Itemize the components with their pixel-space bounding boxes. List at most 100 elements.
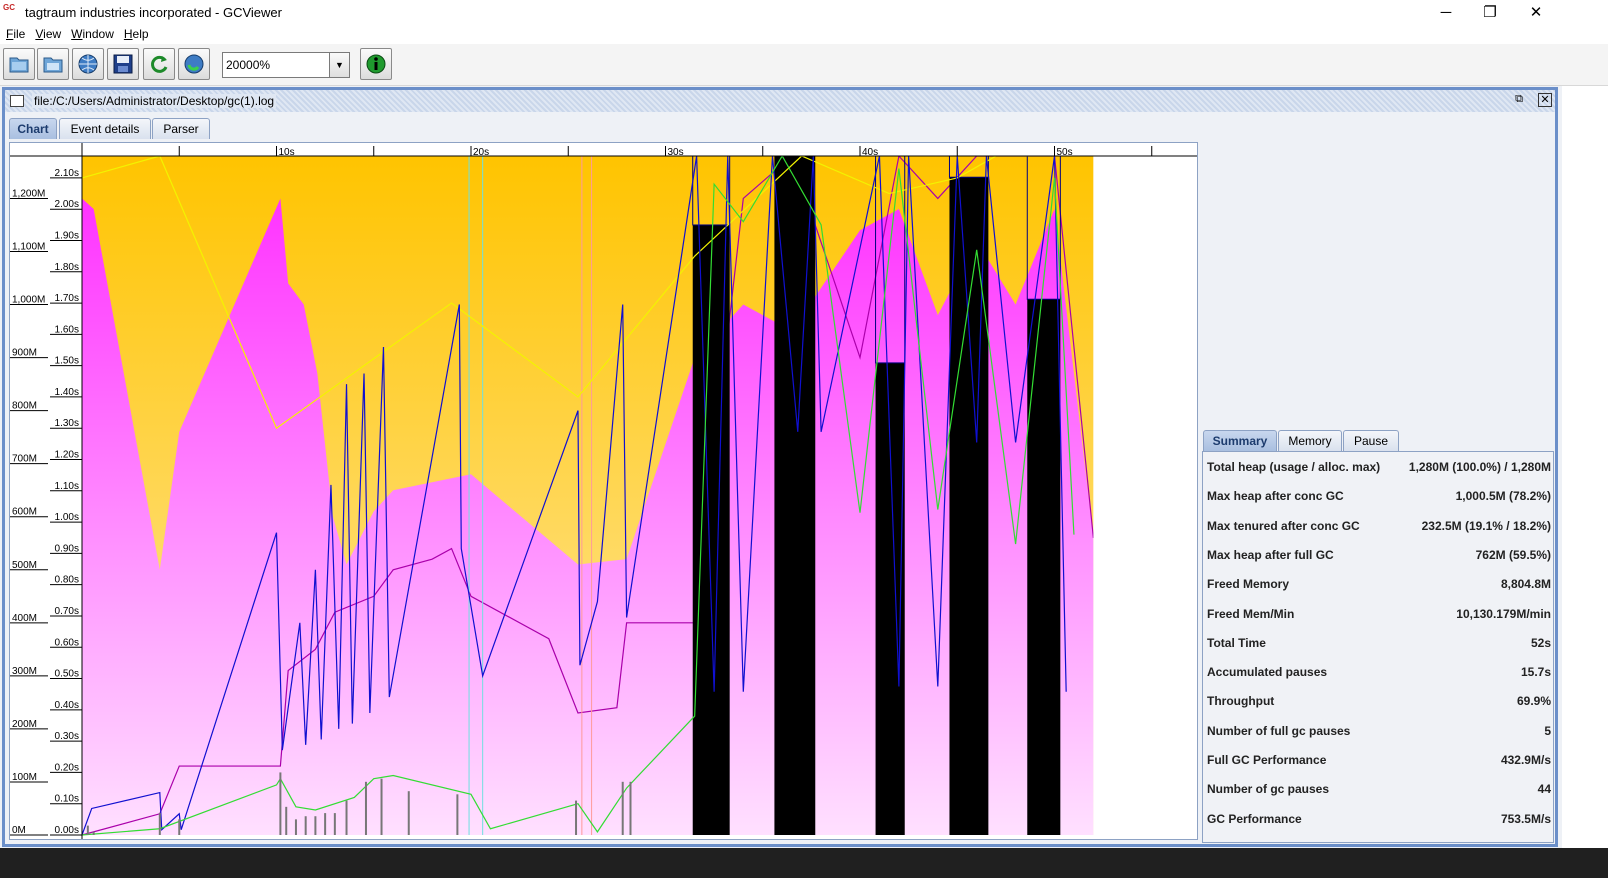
- menu-window-rest: indow: [82, 27, 114, 41]
- menu-help-mnemonic: H: [123, 27, 133, 41]
- zoom-value: 20000%: [226, 58, 271, 72]
- summary-value: 432.9M/s: [1500, 753, 1551, 767]
- menu-help-rest: elp: [132, 27, 149, 41]
- pause-tick-label: 0.90s: [55, 543, 79, 554]
- open-url-icon: [78, 54, 98, 74]
- tab-pause[interactable]: Pause: [1343, 430, 1399, 451]
- memory-tick-label: 600M: [12, 507, 37, 518]
- tab-summary[interactable]: Summary: [1203, 430, 1277, 451]
- pause-tick-label: 0.40s: [55, 700, 79, 711]
- open-file-button[interactable]: [3, 48, 35, 80]
- open-file-icon: [9, 57, 29, 73]
- pause-tick-label: 0.10s: [55, 794, 79, 805]
- summary-label: Throughput: [1207, 694, 1275, 709]
- tab-chart[interactable]: Chart: [9, 118, 57, 139]
- close-frame-icon[interactable]: ✕: [1538, 93, 1552, 107]
- memory-tick-label: 900M: [12, 348, 37, 359]
- refresh-icon: [151, 55, 168, 73]
- memory-tick-label: 1,200M: [12, 188, 45, 199]
- title-bar: GC tagtraum industries incorporated - GC…: [0, 0, 1608, 24]
- pause-tick-label: 0.80s: [55, 575, 79, 586]
- summary-value: 1,000.5M (78.2%): [1455, 489, 1551, 504]
- summary-value: 10,130.179M/min: [1456, 606, 1551, 621]
- summary-label: Max heap after full GC: [1207, 547, 1334, 562]
- maximize-button[interactable]: ❐: [1468, 0, 1512, 24]
- pause-tick-label: 1.00s: [55, 512, 79, 523]
- menu-help[interactable]: Help: [124, 27, 149, 41]
- toolbar: 20000% ▼: [0, 44, 1608, 86]
- menu-view[interactable]: View: [35, 27, 61, 41]
- x-tick-label: 10s: [279, 147, 295, 158]
- summary-label: Max heap after conc GC: [1207, 489, 1344, 504]
- summary-row: Throughput 69.9%: [1203, 686, 1553, 715]
- pause-tick-label: 0.60s: [55, 637, 79, 648]
- export-button[interactable]: [107, 48, 139, 80]
- summary-value: 15.7s: [1520, 665, 1551, 680]
- summary-panel: Total heap (usage / alloc. max) 1,280M (1…: [1202, 451, 1554, 843]
- summary-label: Number of gc pauses: [1207, 782, 1330, 797]
- pause-tick-label: 1.80s: [55, 262, 79, 273]
- refresh-button[interactable]: [143, 48, 175, 80]
- full-gc-bar-4: [1027, 299, 1061, 835]
- taskbar: [0, 848, 1608, 878]
- summary-value: 52s: [1530, 635, 1551, 650]
- summary-row: Total Time 52s: [1203, 628, 1553, 657]
- summary-label: Max tenured after conc GC: [1207, 518, 1360, 533]
- pause-tick-label: 0.00s: [55, 825, 79, 836]
- restore-frame-icon[interactable]: ⧉: [1512, 93, 1526, 107]
- pause-tick-label: 1.30s: [55, 418, 79, 429]
- about-button[interactable]: [360, 48, 392, 80]
- pause-tick-label: 2.00s: [55, 199, 79, 210]
- app-icon: GC: [3, 3, 15, 12]
- memory-tick-label: 300M: [12, 666, 37, 677]
- tab-event-details[interactable]: Event details: [59, 118, 151, 139]
- minimize-button[interactable]: ─: [1424, 0, 1468, 24]
- summary-value: 8,804.8M: [1500, 577, 1551, 592]
- memory-tick-label: 400M: [12, 613, 37, 624]
- summary-value: 1,280M (100.0%) / 1,280M: [1408, 460, 1551, 474]
- summary-label: Total Time: [1207, 635, 1266, 650]
- pause-tick-label: 1.40s: [55, 387, 79, 398]
- pause-tick-label: 1.90s: [55, 230, 79, 241]
- window-title: tagtraum industries incorporated - GCVie…: [25, 4, 282, 20]
- info-icon: [366, 54, 386, 74]
- pause-tick-label: 2.10s: [55, 168, 79, 179]
- chevron-down-icon[interactable]: ▼: [329, 53, 349, 77]
- memory-tick-label: 100M: [12, 772, 37, 783]
- menu-window[interactable]: Window: [71, 27, 114, 41]
- summary-label: GC Performance: [1207, 811, 1302, 826]
- summary-row: Number of gc pauses 44: [1203, 774, 1553, 803]
- summary-label: Accumulated pauses: [1207, 665, 1328, 680]
- document-icon: [10, 95, 24, 107]
- summary-label: Number of full gc pauses: [1207, 723, 1351, 738]
- open-url-button[interactable]: [72, 48, 104, 80]
- summary-row: Freed Mem/Min 10,130.179M/min: [1203, 599, 1553, 628]
- menu-view-rest: iew: [43, 27, 62, 41]
- document-window: file:/C:/Users/Administrator/Desktop/gc(…: [2, 87, 1558, 847]
- watch-button[interactable]: [178, 48, 210, 80]
- summary-value: 753.5M/s: [1500, 811, 1551, 826]
- pause-tick-label: 1.10s: [55, 481, 79, 492]
- gc-chart[interactable]: 10s 20s 30s 40s 50s 0M 100M 200M 300M 400M 500M 600…: [9, 142, 1198, 840]
- summary-label: Freed Mem/Min: [1207, 606, 1295, 621]
- summary-row: Accumulated pauses 15.7s: [1203, 657, 1553, 686]
- menu-window-mnemonic: W: [71, 27, 83, 41]
- summary-value: 44: [1537, 782, 1551, 797]
- summary-value: 5: [1544, 723, 1551, 738]
- summary-row: Max tenured after conc GC 232.5M (19.1% /…: [1203, 511, 1553, 540]
- menu-bar: File View Window Help: [0, 24, 1608, 44]
- document-title: file:/C:/Users/Administrator/Desktop/gc(…: [32, 94, 277, 108]
- summary-row: Total heap (usage / alloc. max) 1,280M (1…: [1203, 452, 1553, 481]
- memory-tick-label: 200M: [12, 719, 37, 730]
- summary-value: 232.5M (19.1% / 18.2%): [1421, 518, 1551, 533]
- summary-row: Freed Memory 8,804.8M: [1203, 569, 1553, 598]
- export-icon: [113, 54, 133, 74]
- open-recent-button[interactable]: [37, 48, 69, 80]
- menu-file[interactable]: File: [6, 27, 25, 41]
- pause-tick-label: 1.70s: [55, 293, 79, 304]
- tab-memory[interactable]: Memory: [1278, 430, 1342, 451]
- close-button[interactable]: ✕: [1514, 0, 1558, 24]
- x-tick-label: 50s: [1057, 147, 1073, 158]
- tab-parser[interactable]: Parser: [152, 118, 210, 139]
- zoom-select[interactable]: 20000% ▼: [222, 52, 350, 78]
